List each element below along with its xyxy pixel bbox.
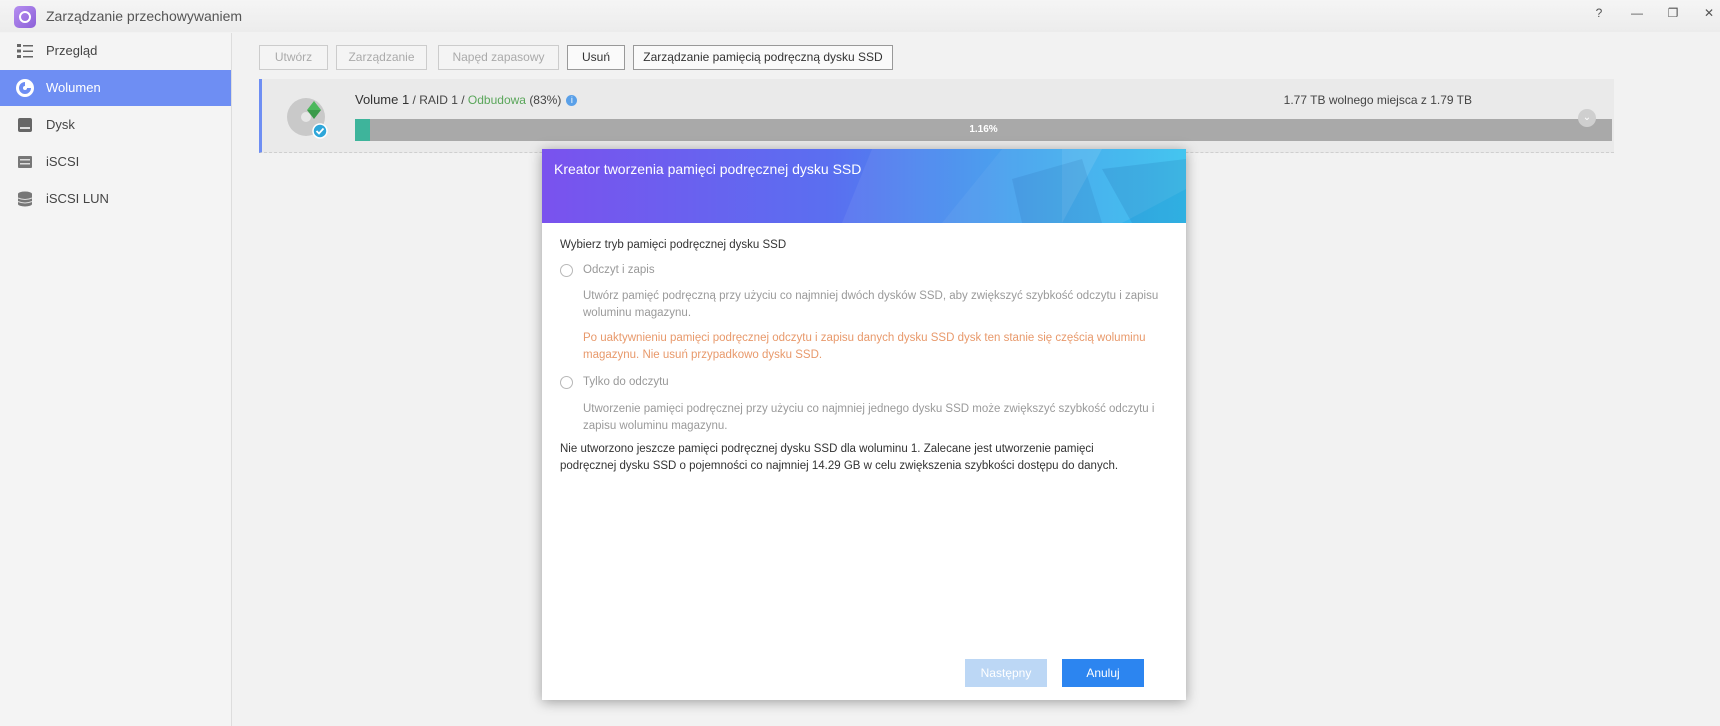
radio-read-write[interactable] (560, 264, 573, 277)
cache-mode-prompt: Wybierz tryb pamięci podręcznej dysku SS… (560, 239, 787, 251)
iscsi-lun-icon (17, 191, 33, 207)
next-button[interactable]: Następny (965, 659, 1047, 687)
volume-status-percent: (83%) (529, 93, 562, 107)
sidebar-item-label: Przegląd (46, 43, 98, 58)
ssd-cache-wizard-dialog: Kreator tworzenia pamięci podręcznej dys… (542, 149, 1186, 700)
read-write-warning: Po uaktywnieniu pamięci podręcznej odczy… (583, 330, 1173, 364)
title-separator: / (409, 93, 420, 107)
sidebar-item-label: iSCSI LUN (46, 191, 109, 206)
note-line: Nie utworzono jeszcze pamięci podręcznej… (560, 443, 1094, 455)
sidebar-item-label: iSCSI (46, 154, 80, 169)
volume-row[interactable]: Volume 1 / RAID 1 / Odbudowa (83%) i 1.77… (259, 79, 1614, 153)
note-line: podręcznej dysku SSD o pojemności co naj… (560, 460, 1119, 472)
minimize-icon[interactable]: — (1626, 2, 1648, 24)
volume-title: Volume 1 / RAID 1 / Odbudowa (83%) i (355, 92, 578, 107)
manage-button[interactable]: Zarządzanie (336, 45, 427, 70)
help-icon[interactable]: ? (1588, 2, 1610, 24)
expand-chevron-icon[interactable]: ⌄ (1578, 109, 1596, 127)
description-line: zapisu woluminu magazynu. (583, 420, 728, 432)
create-button[interactable]: Utwórz (259, 45, 328, 70)
description-line: Utwórz pamięć podręczną przy użyciu co n… (583, 290, 1159, 302)
remove-button[interactable]: Usuń (567, 45, 625, 70)
sidebar-item-label: Dysk (46, 117, 75, 132)
storage-app-icon (14, 6, 36, 28)
volume-name: Volume 1 (355, 92, 410, 107)
sidebar: Przegląd Wolumen Dysk iSCSI iSCSI LUN (0, 33, 232, 726)
volume-raid: RAID 1 (419, 93, 458, 107)
disk-icon (18, 118, 32, 132)
volume-usage-label: 1.16% (969, 124, 998, 135)
recommendation-note: Nie utworzono jeszcze pamięci podręcznej… (560, 441, 1160, 475)
radio-read-only[interactable] (560, 376, 573, 389)
iscsi-icon (18, 156, 32, 168)
maximize-icon[interactable]: ❐ (1662, 2, 1684, 24)
radio-read-only-label[interactable]: Tylko do odczytu (583, 376, 669, 388)
radio-read-write-label[interactable]: Odczyt i zapis (583, 264, 655, 276)
dialog-header: Kreator tworzenia pamięci podręcznej dys… (542, 149, 1186, 223)
description-line: woluminu magazynu. (583, 307, 692, 319)
sidebar-item-iscsi[interactable]: iSCSI (0, 144, 231, 180)
sidebar-item-overview[interactable]: Przegląd (0, 33, 231, 69)
sidebar-item-disk[interactable]: Dysk (0, 107, 231, 143)
close-icon[interactable]: ✕ (1698, 2, 1720, 24)
volume-status: Odbudowa (467, 93, 526, 107)
volume-icon (16, 79, 34, 97)
volume-usage-bar: 1.16% (355, 119, 1612, 141)
window-titlebar: Zarządzanie przechowywaniem ? — ❐ ✕ (0, 0, 1720, 32)
cancel-button[interactable]: Anuluj (1062, 659, 1144, 687)
overview-list-icon (17, 44, 33, 58)
dialog-title: Kreator tworzenia pamięci podręcznej dys… (554, 161, 862, 177)
description-line: Utworzenie pamięci podręcznej przy użyci… (583, 403, 1155, 415)
volume-disk-icon (287, 98, 328, 139)
info-icon[interactable]: i (566, 95, 578, 106)
sidebar-item-iscsi-lun[interactable]: iSCSI LUN (0, 181, 231, 217)
window-title: Zarządzanie przechowywaniem (46, 8, 243, 24)
ssd-cache-management-button[interactable]: Zarządzanie pamięcią podręczną dysku SSD (633, 45, 893, 70)
title-separator: / (457, 93, 468, 107)
spare-drive-button[interactable]: Napęd zapasowy (438, 45, 559, 70)
sidebar-item-volume[interactable]: Wolumen (0, 70, 231, 106)
read-only-description: Utworzenie pamięci podręcznej przy użyci… (583, 401, 1173, 435)
sidebar-item-label: Wolumen (46, 80, 101, 95)
read-write-description: Utwórz pamięć podręczną przy użyciu co n… (583, 288, 1173, 322)
warning-line: Po uaktywnieniu pamięci podręcznej odczy… (583, 332, 1146, 344)
warning-line: magazynu. Nie usuń przypadkowo dysku SSD… (583, 349, 823, 361)
volume-free-space: 1.77 TB wolnego miejsca z 1.79 TB (1283, 93, 1472, 107)
